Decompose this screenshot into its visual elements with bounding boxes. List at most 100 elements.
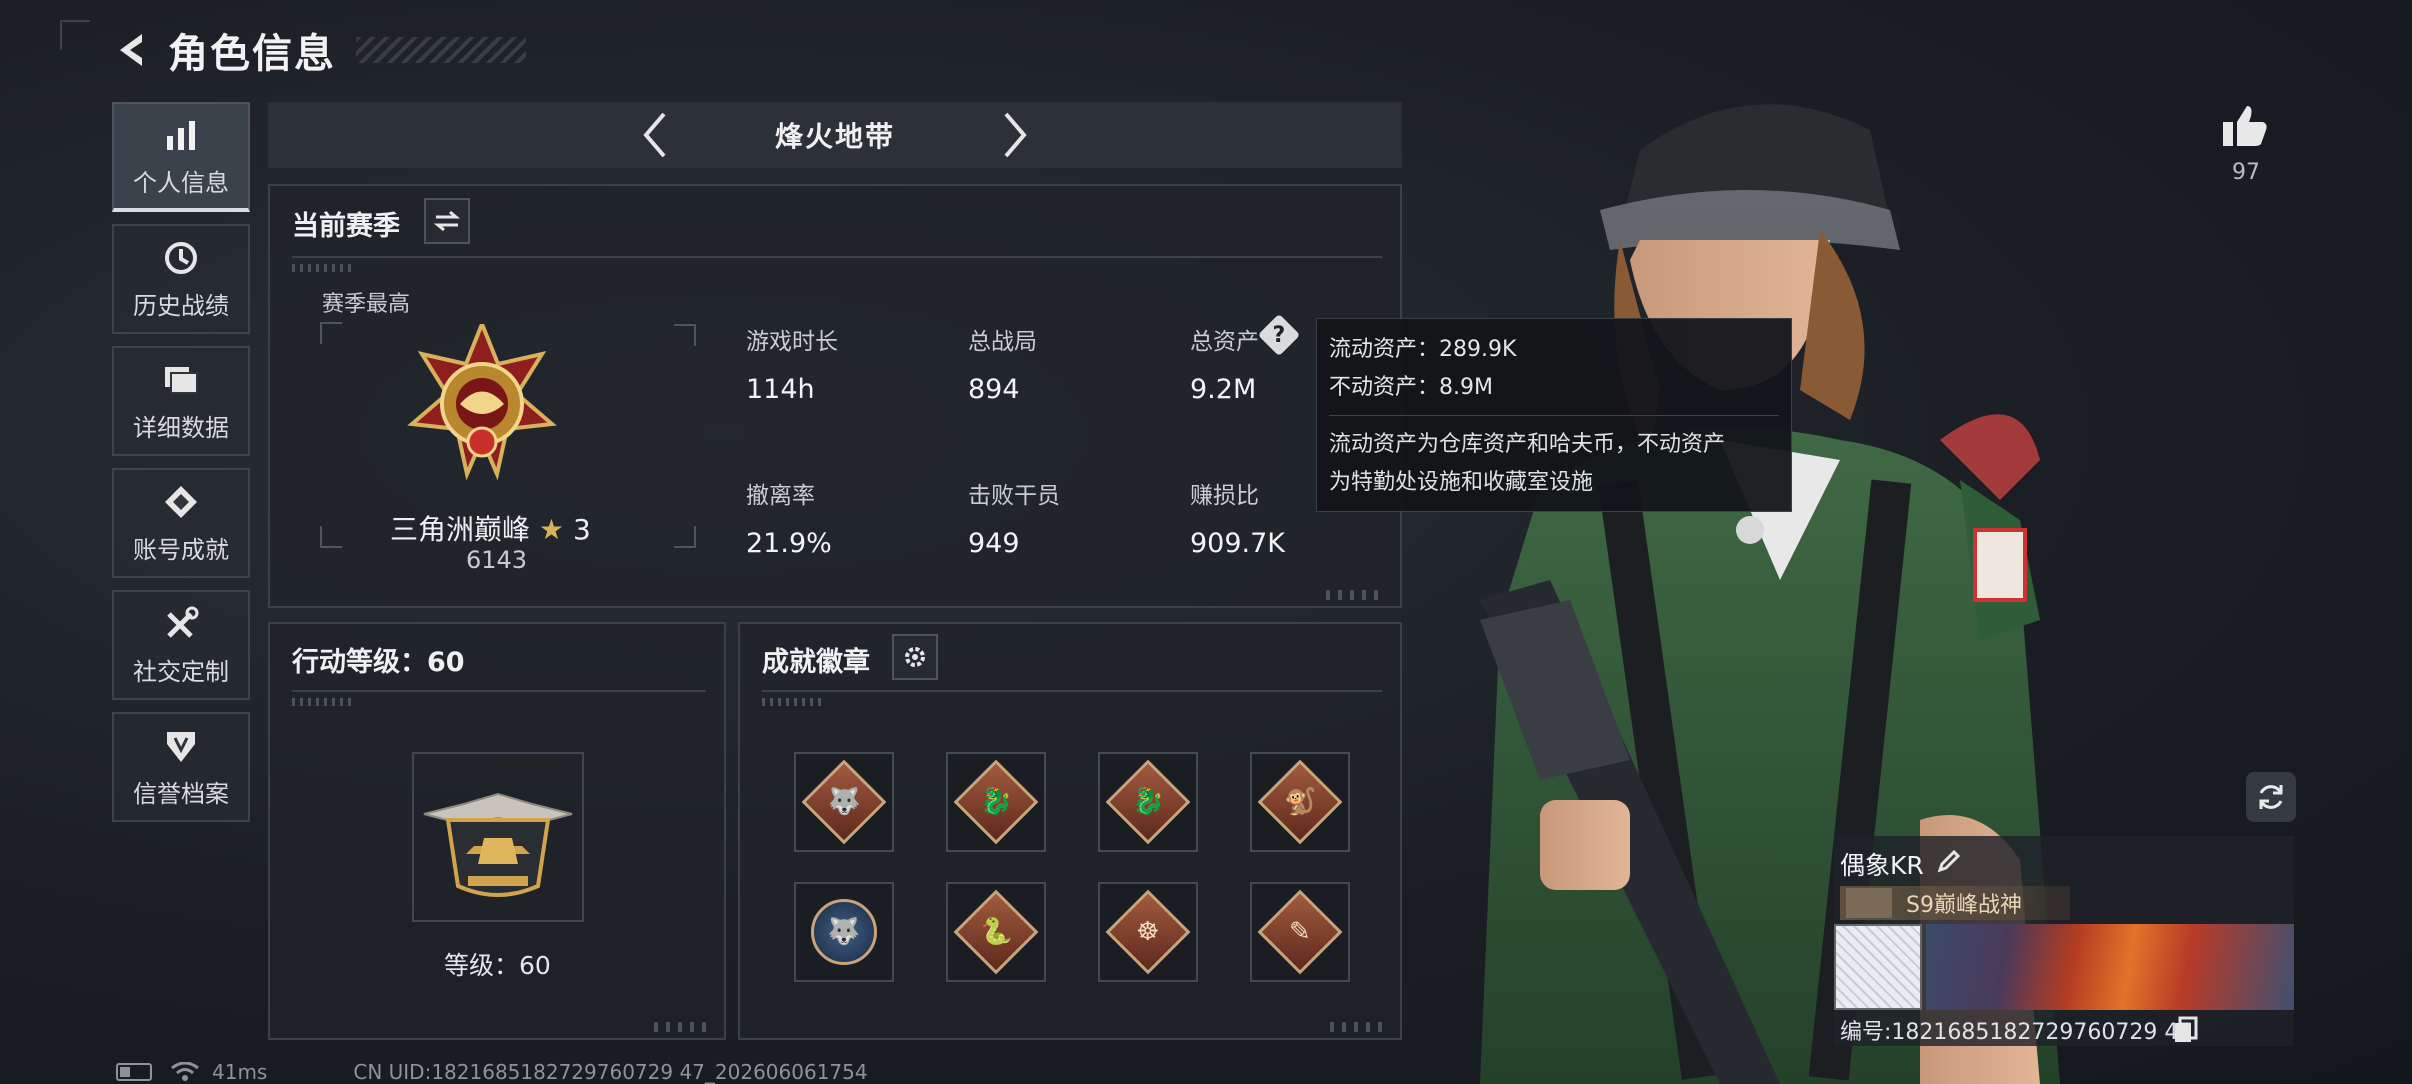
uid-text: CN UID:1821685182729760729 47_2026060617… <box>353 1060 868 1084</box>
bar-chart-icon <box>161 115 201 155</box>
season-switch-button[interactable] <box>424 198 470 244</box>
title-decoration <box>356 37 526 63</box>
tick-decoration <box>762 698 822 706</box>
rank-stars: 3 <box>572 513 591 546</box>
stat-value: 21.9% <box>746 528 832 559</box>
like-count: 97 <box>2232 160 2260 185</box>
wifi-icon <box>171 1062 199 1081</box>
stat-play-time: 游戏时长 114h <box>746 322 838 405</box>
ping-value: 41ms <box>212 1060 268 1084</box>
rotate-view-button[interactable] <box>2246 772 2296 822</box>
rank-points: 6143 <box>466 546 528 574</box>
title-emblem-icon <box>1846 888 1892 918</box>
monkey-medal-icon: 🐒 <box>1257 759 1343 845</box>
chevron-right-icon <box>1004 112 1027 158</box>
achievement-medal[interactable]: ✎ <box>1250 882 1350 982</box>
assets-tooltip: 流动资产：289.9K 不动资产：8.9M 流动资产为仓库资产和哈夫币，不动资产… <box>1316 318 1792 512</box>
copy-icon[interactable] <box>2172 1016 2200 1044</box>
sidebar-item-personal-info[interactable]: 个人信息 <box>112 102 250 212</box>
stat-profit-loss-ratio: 赚损比 909.7K <box>1190 476 1285 559</box>
map-prev-button[interactable] <box>625 105 685 165</box>
rank-badge-icon <box>407 324 557 481</box>
achievement-medal[interactable]: 🐺 <box>794 752 894 852</box>
stat-total-assets: 总资产 9.2M <box>1190 322 1259 405</box>
stat-value: 949 <box>968 528 1020 559</box>
achievement-medal[interactable]: 🐉 <box>946 752 1046 852</box>
chevron-left-icon <box>643 112 666 158</box>
pencil-icon <box>1937 849 1961 873</box>
wheel-medal-icon: ☸ <box>1105 889 1191 975</box>
sidebar-item-achievements[interactable]: 账号成就 <box>112 468 250 578</box>
stat-label: 撤离率 <box>746 483 815 509</box>
stat-value: 114h <box>746 374 815 405</box>
sidebar-item-label: 社交定制 <box>133 657 229 686</box>
tooltip-description-line: 为特勤处设施和收藏室设施 <box>1329 470 1594 495</box>
achievement-badges-panel: 成就徽章 🐺 🐉 🐉 🐒 🐺 🐍 ☸ ✎ <box>738 622 1402 1040</box>
player-number: 编号:1821685182729760729 47 <box>1840 1020 2193 1045</box>
status-bar: 41ms CN UID:1821685182729760729 47_20260… <box>116 1060 868 1084</box>
thumbs-up-icon <box>2223 106 2267 146</box>
wolf-medal-icon: 🐺 <box>801 759 887 845</box>
achievement-medal[interactable]: ☸ <box>1098 882 1198 982</box>
stat-label: 总资产 <box>1190 329 1259 355</box>
sidebar-item-label: 详细数据 <box>133 413 229 442</box>
refresh-icon <box>2259 785 2283 809</box>
player-title-tag: S9巅峰战神 <box>1840 886 2070 920</box>
stat-label: 赚损比 <box>1190 483 1259 509</box>
level-badge-frame <box>412 752 584 922</box>
stat-value: 909.7K <box>1190 528 1286 559</box>
action-level-title: 行动等级：60 <box>292 647 465 678</box>
sidebar-item-reputation[interactable]: 信誉档案 <box>112 712 250 822</box>
avatar[interactable] <box>1834 924 1922 1010</box>
sidebar-item-label: 账号成就 <box>133 535 229 564</box>
sidebar-item-social-custom[interactable]: 社交定制 <box>112 590 250 700</box>
sidebar: 个人信息 历史战绩 详细数据 账号成就 社交定制 信誉档案 <box>112 102 250 834</box>
stat-value: 894 <box>968 374 1020 405</box>
rank-name-row: 三角洲巅峰 ★ 3 <box>390 508 591 548</box>
season-best-label: 赛季最高 <box>322 292 411 317</box>
tooltip-divider <box>1329 415 1779 416</box>
player-name: 偶象KR <box>1840 851 1924 880</box>
shield-icon <box>161 726 201 766</box>
helicopter-badge-icon <box>423 792 573 897</box>
action-level-panel: 行动等级：60 等级：60 <box>268 622 726 1040</box>
stat-extract-rate: 撤离率 21.9% <box>746 476 832 559</box>
question-icon: ? <box>1272 322 1286 348</box>
stat-value: 9.2M <box>1190 374 1257 405</box>
achievement-settings-button[interactable] <box>892 634 938 680</box>
page-title: 角色信息 <box>168 31 336 77</box>
stat-label: 游戏时长 <box>746 329 838 355</box>
card-banner <box>1926 924 2294 1010</box>
like-button[interactable] <box>2210 96 2280 156</box>
sidebar-item-detail-data[interactable]: 详细数据 <box>112 346 250 456</box>
achievement-medal[interactable]: 🐉 <box>1098 752 1198 852</box>
sidebar-item-history[interactable]: 历史战绩 <box>112 224 250 334</box>
achievement-icon <box>161 482 201 522</box>
achievement-medal[interactable]: 🐍 <box>946 882 1046 982</box>
back-arrow-icon <box>120 34 142 66</box>
back-button[interactable] <box>108 26 156 74</box>
stat-operators-defeated: 击败干员 949 <box>968 476 1060 559</box>
season-title: 当前赛季 <box>292 211 400 242</box>
edit-name-button[interactable] <box>1932 844 1966 878</box>
corner-decoration <box>60 20 90 50</box>
divider <box>292 690 706 692</box>
sidebar-item-label: 个人信息 <box>133 168 229 197</box>
tick-decoration <box>292 698 352 706</box>
tool-medal-icon: ✎ <box>1257 889 1343 975</box>
tooltip-fixed-assets: 不动资产：8.9M <box>1329 375 1493 400</box>
character-info-screen: 角色信息 个人信息 历史战绩 详细数据 账号成就 社交定制 信誉档案 烽火地带 … <box>0 0 2412 1084</box>
battery-icon <box>116 1063 152 1081</box>
map-next-button[interactable] <box>985 105 1045 165</box>
divider <box>292 256 1382 258</box>
snake-medal-icon: 🐍 <box>953 889 1039 975</box>
achievement-medal[interactable]: 🐒 <box>1250 752 1350 852</box>
divider <box>762 690 1382 692</box>
folder-icon <box>161 360 201 400</box>
sidebar-item-label: 信誉档案 <box>133 779 229 808</box>
tick-decoration <box>1330 1022 1390 1032</box>
swap-icon <box>434 210 460 232</box>
stat-label: 总战局 <box>968 329 1037 355</box>
achievement-medal[interactable]: 🐺 <box>794 882 894 982</box>
achievement-title: 成就徽章 <box>762 647 870 678</box>
